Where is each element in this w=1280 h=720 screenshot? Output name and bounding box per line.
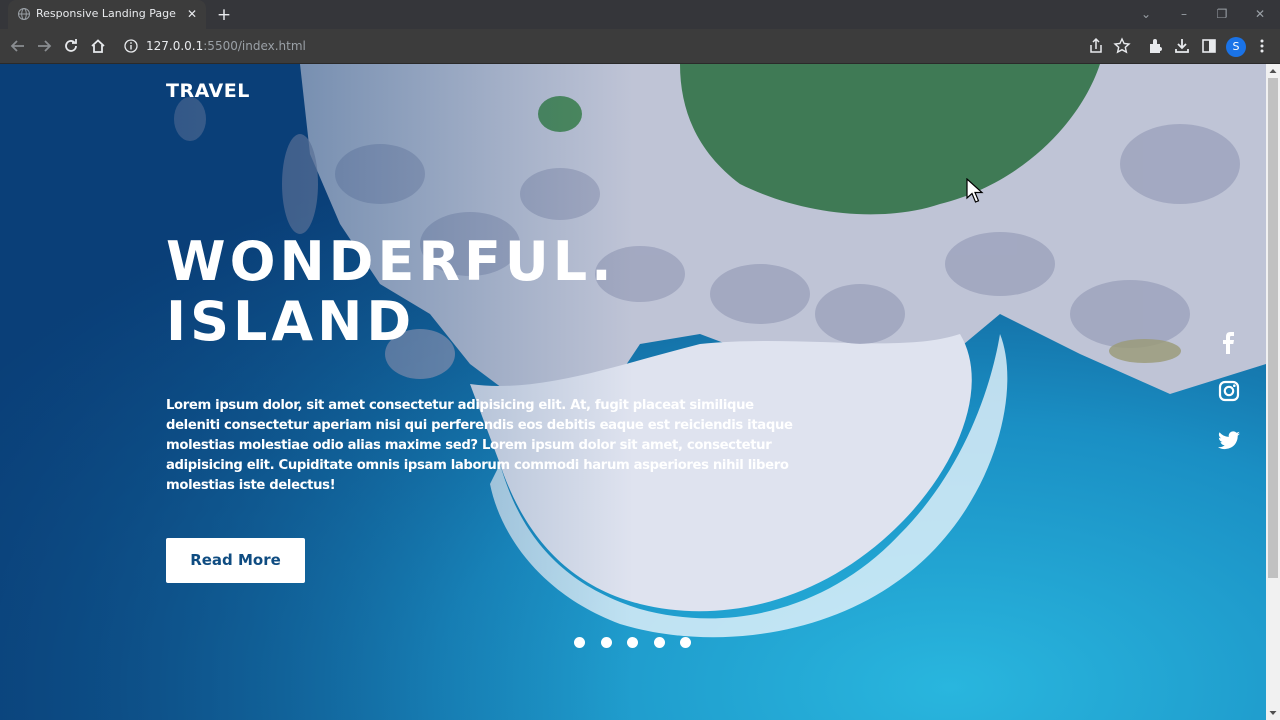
address-bar[interactable]: 127.0.0.1:5500/index.html [116,32,1140,60]
tab-title: Responsive Landing Page [36,7,176,20]
mouse-cursor-icon [966,178,984,203]
maximize-icon[interactable]: ❐ [1210,4,1234,24]
twitter-icon[interactable] [1216,427,1242,453]
close-tab-icon[interactable]: ✕ [184,6,200,22]
site-logo[interactable]: TRAVEL [166,80,250,102]
home-icon[interactable] [88,36,108,56]
new-tab-icon[interactable]: + [214,5,234,25]
url-text[interactable]: 127.0.0.1:5500/index.html [146,39,306,53]
hero-title-line-1: WONDERFUL. [166,230,616,293]
page-viewport: TRAVEL WONDERFUL. ISLAND Lorem ipsum dol… [0,64,1266,720]
minimize-icon[interactable]: – [1172,4,1196,24]
extensions-icon[interactable] [1146,36,1166,56]
browser-tab[interactable]: Responsive Landing Page ✕ [8,0,206,29]
slider-dot-1[interactable] [574,637,585,648]
facebook-icon[interactable] [1216,330,1242,356]
read-more-button[interactable]: Read More [166,538,305,583]
back-icon[interactable] [8,36,28,56]
hero-title-line-2: ISLAND [166,290,416,353]
close-window-icon[interactable]: ✕ [1248,4,1272,24]
tab-search-icon[interactable]: ⌄ [1134,4,1158,24]
slider-dot-5[interactable] [680,637,691,648]
hero-description: Lorem ipsum dolor, sit amet consectetur … [166,398,793,493]
globe-icon [18,8,30,20]
slider-dot-2[interactable] [601,637,612,648]
bookmark-star-icon[interactable] [1112,36,1132,56]
scroll-up-arrow-icon[interactable] [1266,64,1280,78]
side-panel-icon[interactable] [1199,36,1219,56]
slider-dot-4[interactable] [654,637,665,648]
reload-icon[interactable] [61,36,81,56]
scrollbar-thumb[interactable] [1268,78,1278,578]
info-icon[interactable] [124,39,138,53]
profile-avatar[interactable]: S [1226,37,1246,57]
hero-background-image [0,64,1266,720]
browser-tab-strip: Responsive Landing Page ✕ + ⌄ – ❐ ✕ [0,0,1280,29]
hero-title: WONDERFUL. ISLAND [166,232,616,352]
scroll-down-arrow-icon[interactable] [1266,706,1280,720]
download-icon[interactable] [1172,36,1192,56]
instagram-icon[interactable] [1216,378,1242,404]
share-icon[interactable] [1086,36,1106,56]
menu-kebab-icon[interactable] [1252,36,1272,56]
browser-toolbar: 127.0.0.1:5500/index.html [0,29,1280,64]
forward-icon[interactable] [34,36,54,56]
slider-dot-3[interactable] [627,637,638,648]
